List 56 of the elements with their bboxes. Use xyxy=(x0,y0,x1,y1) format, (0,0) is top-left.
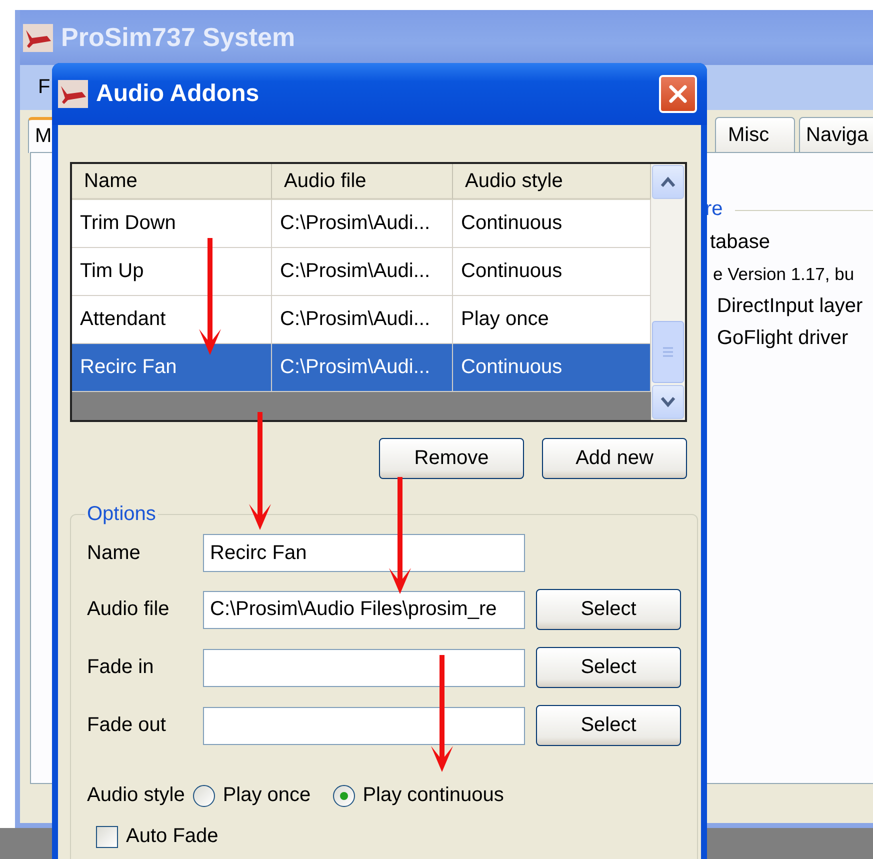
table-cell[interactable]: C:\Prosim\Audi... xyxy=(272,200,453,248)
select-button[interactable]: Select xyxy=(536,589,681,630)
info-text: tabase xyxy=(710,231,770,254)
table-cell[interactable]: C:\Prosim\Audi... xyxy=(272,248,453,296)
radio-label[interactable]: Play once xyxy=(222,784,311,807)
column-header[interactable]: Audio file xyxy=(272,164,453,200)
grip-icon xyxy=(662,347,674,357)
action-button[interactable]: Add new xyxy=(542,438,687,479)
table-cell[interactable]: Tim Up xyxy=(72,248,272,296)
table-cell[interactable]: Continuous xyxy=(453,248,651,296)
table-cell[interactable]: Trim Down xyxy=(72,200,272,248)
info-text: DirectInput layer xyxy=(717,295,863,318)
group-title: Options xyxy=(86,503,157,526)
airplane-icon xyxy=(23,24,53,52)
radio-button[interactable] xyxy=(192,784,215,806)
scrollbar[interactable] xyxy=(651,164,685,420)
table-cell[interactable]: Continuous xyxy=(453,344,651,392)
radio-label[interactable]: Play continuous xyxy=(362,784,504,807)
table-cell[interactable]: Recirc Fan xyxy=(72,344,272,392)
column-header[interactable]: Name xyxy=(72,164,272,200)
field-label: Name xyxy=(87,542,142,564)
checkbox-label[interactable]: Auto Fade xyxy=(126,825,218,848)
action-button[interactable]: Remove xyxy=(379,438,524,479)
window-title: ProSim737 System xyxy=(61,22,296,53)
table-cell[interactable]: C:\Prosim\Audi... xyxy=(272,296,453,344)
tab[interactable]: Misc xyxy=(715,117,795,153)
chevron-down-icon xyxy=(660,396,676,408)
close-button[interactable] xyxy=(659,75,697,113)
table-cell[interactable]: Attendant xyxy=(72,296,272,344)
checkbox[interactable] xyxy=(96,826,118,848)
field-label: Fade out xyxy=(87,714,167,737)
input-field[interactable]: Recirc Fan xyxy=(203,534,525,572)
field-label: Audio file xyxy=(87,598,170,621)
table-cell[interactable]: C:\Prosim\Audi... xyxy=(272,344,453,392)
airplane-icon xyxy=(58,80,88,108)
info-text: e Version 1.17, bu xyxy=(713,264,854,285)
field-label: Audio style xyxy=(87,784,185,807)
close-icon xyxy=(667,83,689,105)
select-button[interactable]: Select xyxy=(536,705,681,746)
input-field[interactable] xyxy=(203,648,525,686)
select-button[interactable]: Select xyxy=(536,647,681,688)
input-field[interactable]: C:\Prosim\Audio Files\prosim_re xyxy=(203,590,525,628)
window-title: Audio Addons xyxy=(96,80,260,108)
tab[interactable]: Naviga xyxy=(799,117,873,153)
scroll-up-button[interactable] xyxy=(652,165,684,199)
table-cell[interactable]: Play once xyxy=(453,296,651,344)
column-header[interactable]: Audio style xyxy=(453,164,651,200)
table-cell[interactable]: Continuous xyxy=(453,200,651,248)
field-label: Fade in xyxy=(87,656,155,679)
info-text: GoFlight driver xyxy=(717,327,848,350)
menu-item[interactable]: F xyxy=(38,76,50,99)
scroll-down-button[interactable] xyxy=(652,385,684,419)
radio-button[interactable] xyxy=(332,784,355,806)
input-field[interactable] xyxy=(203,706,525,744)
scroll-thumb[interactable] xyxy=(652,321,684,383)
chevron-up-icon xyxy=(660,176,676,188)
